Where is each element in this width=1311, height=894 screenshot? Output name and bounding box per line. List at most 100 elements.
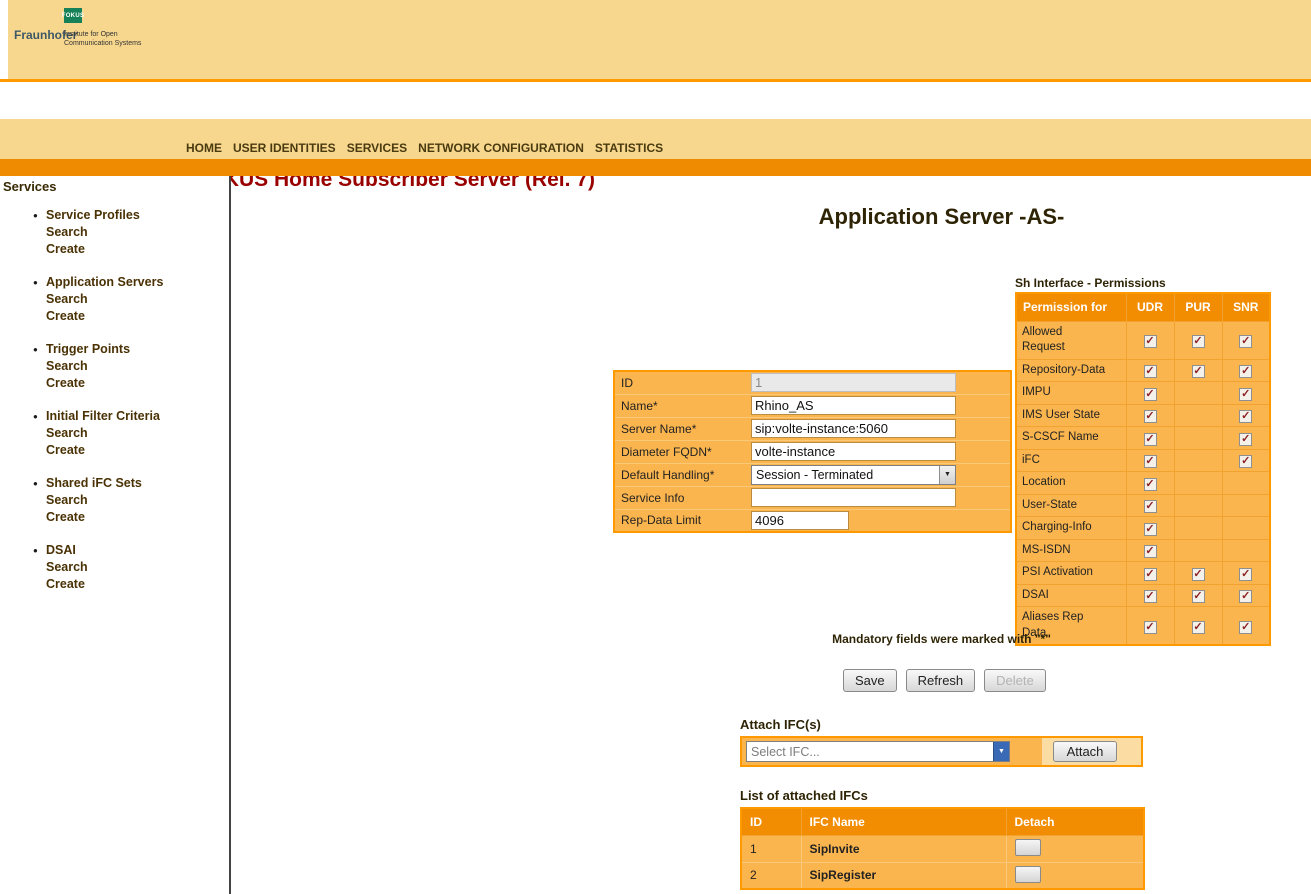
form-input-rep-data-limit[interactable] [751,511,849,530]
sidebar-link-create[interactable]: Create [46,241,229,258]
form-input-server-name[interactable] [751,419,956,438]
form-input-diameter-fqdn[interactable] [751,442,956,461]
sidebar-link-create[interactable]: Create [46,375,229,392]
permission-pur-cell [1174,517,1222,540]
sidebar-link-search[interactable]: Search [46,492,229,509]
permissions-header-row: Permission forUDRPURSNR [1016,293,1270,321]
permission-label: User-State [1016,494,1126,517]
nav-item-network-configuration[interactable]: NETWORK CONFIGURATION [418,141,584,155]
permission-pur-cell: ✓ [1174,607,1222,646]
sidebar-link-search[interactable]: Search [46,291,229,308]
permission-pur-cell: ✓ [1174,321,1222,359]
checkbox-checked-icon[interactable]: ✓ [1239,335,1252,348]
nav-item-statistics[interactable]: STATISTICS [595,141,663,155]
permissions-table-body: Allowed Request✓✓✓Repository-Data✓✓✓IMPU… [1016,321,1270,645]
checkbox-checked-icon[interactable]: ✓ [1192,621,1205,634]
sidebar-link-create[interactable]: Create [46,308,229,325]
permission-snr-cell: ✓ [1222,449,1270,472]
sidebar-link-create[interactable]: Create [46,442,229,459]
sidebar-link-search[interactable]: Search [46,358,229,375]
permission-pur-cell [1174,449,1222,472]
dropdown-arrow-icon[interactable]: ▼ [993,742,1009,761]
nav-item-home[interactable]: HOME [186,141,222,155]
checkbox-checked-icon[interactable]: ✓ [1144,590,1157,603]
sidebar-group-label[interactable]: Shared iFC Sets [46,475,229,492]
ifc-row: 2SipRegister [741,862,1144,889]
checkbox-checked-icon[interactable]: ✓ [1144,500,1157,513]
checkbox-checked-icon[interactable]: ✓ [1239,568,1252,581]
fhoss-page: FOKUS Fraunhofer Institute for Open Comm… [0,0,1311,894]
dropdown-arrow-icon[interactable]: ▼ [939,466,955,484]
sidebar-group-initial-filter-criteria: Initial Filter CriteriaSearchCreate [46,408,229,459]
form-select-default-handling[interactable]: Session - Terminated▼ [751,465,956,485]
fokus-logo-icon: FOKUS [64,8,82,23]
sidebar-group-label[interactable]: Service Profiles [46,207,229,224]
nav-item-user-identities[interactable]: USER IDENTITIES [233,141,336,155]
checkbox-checked-icon[interactable]: ✓ [1192,590,1205,603]
permission-pur-cell: ✓ [1174,359,1222,382]
permission-snr-cell: ✓ [1222,607,1270,646]
checkbox-checked-icon[interactable]: ✓ [1239,410,1252,423]
ifc-id-cell: 2 [741,862,801,889]
checkbox-checked-icon[interactable]: ✓ [1144,523,1157,536]
permission-udr-cell: ✓ [1126,382,1174,405]
sidebar-group-label[interactable]: DSAI [46,542,229,559]
sidebar-group-application-servers: Application ServersSearchCreate [46,274,229,325]
sidebar-group-dsai: DSAISearchCreate [46,542,229,593]
checkbox-checked-icon[interactable]: ✓ [1144,335,1157,348]
checkbox-checked-icon[interactable]: ✓ [1192,365,1205,378]
permission-snr-cell: ✓ [1222,427,1270,450]
ifc-header-row: IDIFC NameDetach [741,808,1144,835]
checkbox-checked-icon[interactable]: ✓ [1239,455,1252,468]
checkbox-checked-icon[interactable]: ✓ [1144,388,1157,401]
ifc-table-body: 1SipInvite2SipRegister [741,835,1144,889]
application-server-form: IDName*Server Name*Diameter FQDN*Default… [613,370,1012,533]
checkbox-checked-icon[interactable]: ✓ [1144,410,1157,423]
permission-udr-cell: ✓ [1126,427,1174,450]
checkbox-checked-icon[interactable]: ✓ [1239,388,1252,401]
checkbox-checked-icon[interactable]: ✓ [1239,365,1252,378]
checkbox-checked-icon[interactable]: ✓ [1144,568,1157,581]
checkbox-checked-icon[interactable]: ✓ [1144,545,1157,558]
permission-row: iFC✓✓ [1016,449,1270,472]
checkbox-checked-icon[interactable]: ✓ [1239,590,1252,603]
sidebar-link-search[interactable]: Search [46,559,229,576]
checkbox-checked-icon[interactable]: ✓ [1144,478,1157,491]
form-input-service-info[interactable] [751,488,956,507]
checkbox-checked-icon[interactable]: ✓ [1192,335,1205,348]
sidebar-link-create[interactable]: Create [46,509,229,526]
refresh-button[interactable]: Refresh [906,669,976,692]
checkbox-checked-icon[interactable]: ✓ [1239,433,1252,446]
sidebar-link-create[interactable]: Create [46,576,229,593]
permission-label: DSAI [1016,584,1126,607]
detach-button[interactable] [1015,866,1041,883]
detach-button[interactable] [1015,839,1041,856]
checkbox-checked-icon[interactable]: ✓ [1144,365,1157,378]
save-button[interactable]: Save [843,669,897,692]
form-field-cell [749,440,963,463]
permission-pur-cell [1174,404,1222,427]
sidebar-group-label[interactable]: Initial Filter Criteria [46,408,229,425]
form-field-cell [749,486,963,509]
checkbox-checked-icon[interactable]: ✓ [1144,455,1157,468]
form-field-label: Name* [614,394,749,417]
sidebar-group-label[interactable]: Application Servers [46,274,229,291]
ifc-select[interactable]: Select IFC... ▼ [746,741,1010,762]
permission-label: Charging-Info [1016,517,1126,540]
attach-button[interactable]: Attach [1053,741,1117,762]
checkbox-checked-icon[interactable]: ✓ [1239,621,1252,634]
nav-item-services[interactable]: SERVICES [347,141,407,155]
page-title: Application Server -AS- [740,204,1143,230]
checkbox-checked-icon[interactable]: ✓ [1192,568,1205,581]
form-filler-cell [963,371,1011,394]
permission-label: PSI Activation [1016,562,1126,585]
sidebar-link-search[interactable]: Search [46,224,229,241]
form-filler-cell [963,394,1011,417]
checkbox-checked-icon[interactable]: ✓ [1144,433,1157,446]
sidebar-link-search[interactable]: Search [46,425,229,442]
permission-label: IMS User State [1016,404,1126,427]
sidebar-group-label[interactable]: Trigger Points [46,341,229,358]
form-input-name[interactable] [751,396,956,415]
permission-pur-cell [1174,494,1222,517]
checkbox-checked-icon[interactable]: ✓ [1144,621,1157,634]
